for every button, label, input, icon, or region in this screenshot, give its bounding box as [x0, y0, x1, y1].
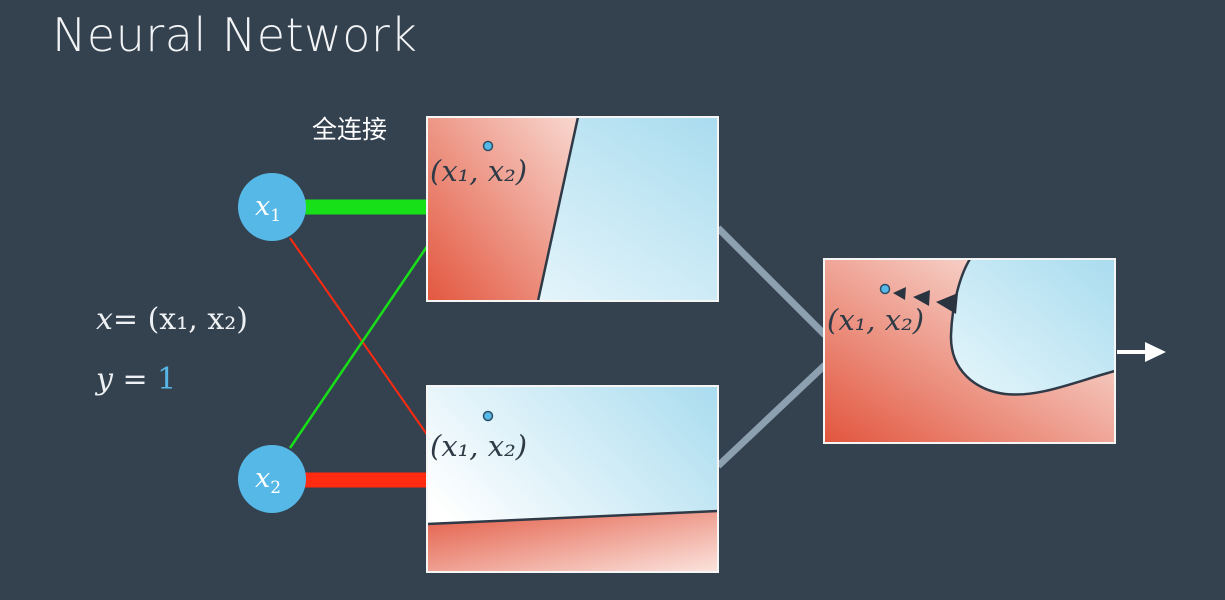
node-variable: x	[255, 463, 270, 494]
input-node-x1: x1	[238, 173, 306, 241]
network-diagram: (x₁, x₂) (x₁, x₂) (x₁, x₂) x1 x2	[238, 116, 1166, 573]
node-variable: x	[255, 191, 270, 222]
sample-point	[482, 410, 494, 422]
node-subscript: 2	[270, 478, 281, 498]
node-subscript: 1	[270, 206, 281, 226]
point-label: (x₁, x₂)	[430, 429, 527, 463]
output-arrow-icon	[1117, 342, 1166, 362]
hidden-unit-bottom-panel: (x₁, x₂)	[426, 385, 719, 573]
sample-point	[482, 140, 494, 152]
output-panel: (x₁, x₂)	[823, 258, 1116, 444]
connector-bottom-to-output	[715, 362, 828, 469]
connector-top-to-output	[715, 225, 828, 338]
point-label: (x₁, x₂)	[827, 303, 924, 337]
sample-point	[879, 283, 891, 295]
input-node-x2: x2	[238, 445, 306, 513]
weight-x2-to-top	[288, 244, 430, 449]
point-label: (x₁, x₂)	[430, 154, 527, 188]
hidden-unit-top-panel: (x₁, x₂)	[426, 116, 719, 302]
weight-x1-to-bottom	[289, 237, 429, 437]
